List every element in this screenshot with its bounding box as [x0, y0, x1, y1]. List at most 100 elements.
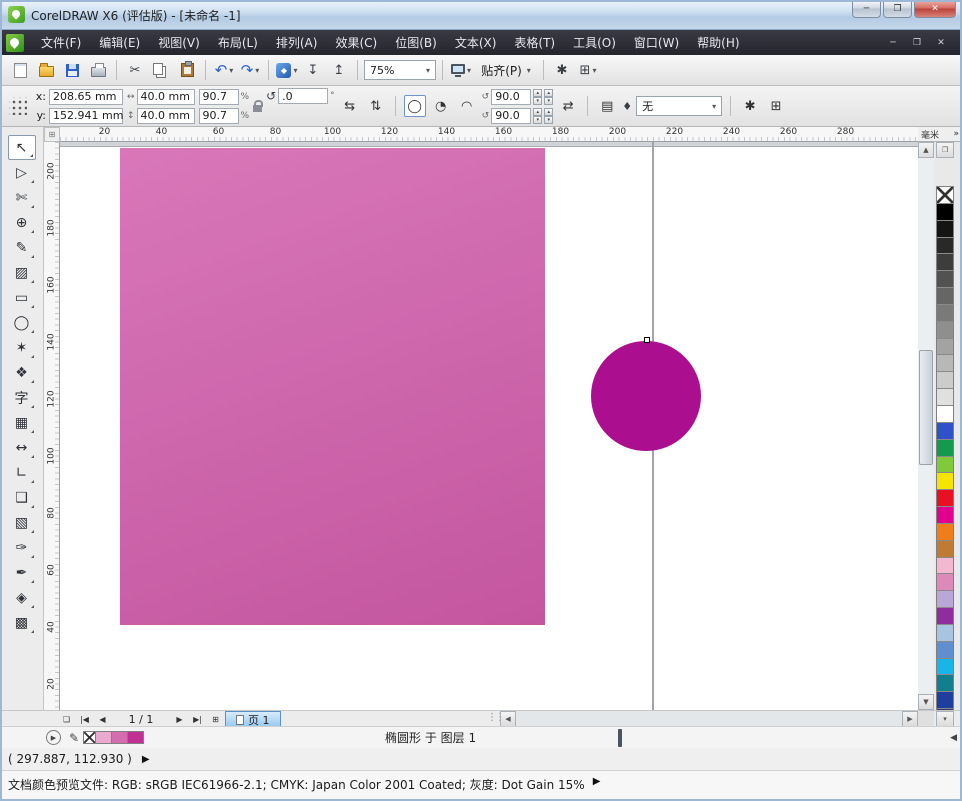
scale-y-field[interactable]: 90.7 [199, 108, 239, 124]
previous-page-button[interactable]: ◀ [94, 712, 111, 727]
color-swatch[interactable] [937, 558, 953, 575]
color-swatch[interactable] [937, 339, 953, 356]
toolbox-tool[interactable]: ∟ [8, 460, 36, 485]
object-x-field[interactable]: 208.65 mm [49, 89, 123, 105]
window-close-button[interactable]: ✕ [914, 0, 956, 18]
print-button[interactable] [86, 58, 110, 82]
arc-start-field[interactable]: 90.0 [491, 89, 531, 105]
chevron-down-icon[interactable]: ▾ [255, 66, 259, 75]
application-launcher-button[interactable]: ◆▾ [275, 58, 299, 82]
window-minimize-button[interactable]: ─ [852, 0, 881, 18]
pink-rectangle-object[interactable] [120, 148, 545, 625]
object-width-field[interactable]: 40.0 mm [137, 89, 195, 105]
color-swatch[interactable] [937, 322, 953, 339]
doc-color-next-icon[interactable]: ▶ [593, 776, 601, 787]
corel-menu-logo-icon[interactable] [6, 34, 24, 52]
color-swatch[interactable] [937, 675, 953, 692]
options-button[interactable]: ✱ [550, 58, 574, 82]
cut-button[interactable]: ✂ [123, 58, 147, 82]
object-height-field[interactable]: 40.0 mm [137, 108, 195, 124]
object-y-field[interactable]: 152.941 mm [49, 108, 123, 124]
chevron-down-icon[interactable]: ▾ [229, 66, 233, 75]
color-swatch[interactable] [937, 423, 953, 440]
quick-customize-button[interactable]: ⊞▾ [576, 58, 600, 82]
window-maximize-button[interactable]: ❐ [883, 0, 912, 18]
chevron-down-icon[interactable]: ▾ [293, 66, 297, 75]
view-mode-button[interactable]: ▾ [449, 58, 473, 82]
menu-item[interactable]: 编辑(E) [90, 30, 149, 55]
horizontal-scroll-track[interactable] [516, 711, 902, 727]
color-swatch[interactable] [937, 473, 953, 490]
color-swatch[interactable] [937, 238, 953, 255]
to-front-button[interactable]: ✱ [739, 95, 761, 117]
save-button[interactable] [60, 58, 84, 82]
color-swatch[interactable] [937, 642, 953, 659]
menu-item[interactable]: 窗口(W) [625, 30, 688, 55]
spin-down-icon[interactable]: ▾ [544, 116, 553, 124]
toolbox-tool[interactable]: ▷ [8, 160, 36, 185]
doc-close-button[interactable]: ✕ [932, 35, 950, 50]
change-direction-button[interactable]: ⇄ [557, 95, 579, 117]
arc-start-stepper[interactable]: ▴▾ [533, 89, 542, 105]
export-button[interactable]: ↥ [327, 58, 351, 82]
last-page-button[interactable]: ▶| [189, 712, 206, 727]
object-origin-grid-icon[interactable] [9, 97, 27, 115]
vertical-scrollbar[interactable]: ▲ ▼ [918, 142, 934, 710]
open-button[interactable] [34, 58, 58, 82]
copy-button[interactable] [149, 58, 173, 82]
color-swatch[interactable] [937, 204, 953, 221]
toolbox-tool[interactable]: ✑ [8, 535, 36, 560]
scroll-down-button[interactable]: ▼ [918, 694, 934, 710]
color-swatch[interactable] [937, 507, 953, 524]
toolbox-tool[interactable]: ↖ [8, 135, 36, 160]
spin-down-icon[interactable]: ▾ [533, 97, 542, 105]
status-flyout-button[interactable]: ◀ [950, 733, 957, 743]
rotation-angle-field[interactable]: .0 [278, 88, 328, 104]
arc-start-stepper-2[interactable]: ▴▾ [544, 89, 553, 105]
toolbox-tool[interactable]: 字 [8, 385, 36, 410]
color-swatch[interactable] [937, 372, 953, 389]
color-swatch[interactable] [937, 305, 953, 322]
arc-end-field[interactable]: 90.0 [491, 108, 531, 124]
spin-down-icon[interactable]: ▾ [533, 116, 542, 124]
menu-item[interactable]: 视图(V) [149, 30, 209, 55]
chevron-down-icon[interactable]: ▾ [467, 66, 471, 75]
pie-mode-button[interactable]: ◔ [430, 95, 452, 117]
toolbox-tool[interactable]: ▧ [8, 510, 36, 535]
next-page-button[interactable]: ▶ [171, 712, 188, 727]
toolbox-tool[interactable]: ✶ [8, 335, 36, 360]
spin-down-icon[interactable]: ▾ [544, 97, 553, 105]
arc-end-stepper-2[interactable]: ▴▾ [544, 108, 553, 124]
ellipse-mode-button[interactable]: ◯ [404, 95, 426, 117]
spin-up-icon[interactable]: ▴ [544, 89, 553, 97]
page-flip-button[interactable]: ❏ [58, 712, 75, 727]
vertical-scroll-thumb[interactable] [919, 350, 933, 465]
menu-item[interactable]: 表格(T) [505, 30, 564, 55]
scroll-right-button[interactable]: ▶ [902, 711, 918, 727]
color-swatch[interactable] [937, 254, 953, 271]
color-swatch[interactable] [937, 457, 953, 474]
ellipse-top-node[interactable] [644, 337, 650, 343]
propbar-quick-customize-button[interactable]: ⊞ [765, 95, 787, 117]
toolbox-tool[interactable]: ↔ [8, 435, 36, 460]
toolbox-tool[interactable]: ◈ [8, 585, 36, 610]
color-proof-monitor-icon[interactable] [618, 731, 622, 745]
snap-to-button[interactable]: 贴齐(P) ▾ [475, 58, 537, 82]
toolbox-tool[interactable]: ❖ [8, 360, 36, 385]
color-swatch[interactable] [937, 440, 953, 457]
drawing-canvas[interactable] [60, 142, 918, 710]
color-swatch[interactable] [937, 490, 953, 507]
color-swatch[interactable] [937, 574, 953, 591]
toolbox-tool[interactable]: ❑ [8, 485, 36, 510]
scroll-left-button[interactable]: ◀ [500, 711, 516, 727]
add-page-button[interactable]: ⊞ [207, 712, 224, 727]
color-swatch[interactable] [937, 591, 953, 608]
color-swatch[interactable] [937, 288, 953, 305]
document-color-swatch[interactable] [96, 731, 112, 744]
horizontal-ruler[interactable]: 20406080100120140160180200220240260280 [60, 127, 918, 142]
toolbox-tool[interactable]: ▭ [8, 285, 36, 310]
toolbox-tool[interactable]: ▩ [8, 610, 36, 635]
toolbox-tool[interactable]: ⊕ [8, 210, 36, 235]
palette-window-button[interactable]: ❒ [936, 142, 954, 158]
mirror-horizontal-button[interactable]: ⇆ [339, 95, 361, 117]
